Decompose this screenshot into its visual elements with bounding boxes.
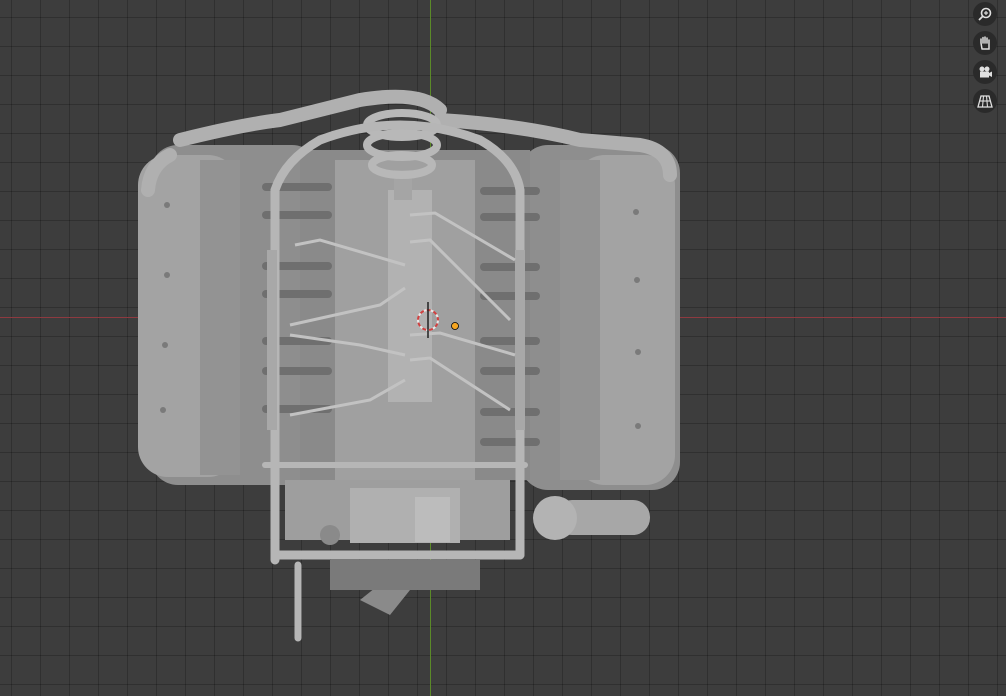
pan-button[interactable] [973, 31, 997, 55]
perspective-grid-icon [977, 95, 993, 108]
3d-viewport[interactable] [0, 0, 1006, 696]
left-valve-cover [138, 145, 320, 485]
fan-assembly [330, 560, 480, 615]
navigation-gizmo [970, 0, 1000, 118]
hand-pan-icon [980, 36, 990, 50]
zoom-button[interactable] [973, 2, 997, 26]
engine-model[interactable] [0, 0, 1006, 696]
camera-icon [979, 66, 992, 78]
zoom-icon [978, 7, 992, 21]
camera-view-button[interactable] [973, 60, 997, 84]
object-origin-dot [451, 322, 459, 330]
right-valve-cover [520, 145, 680, 490]
perspective-toggle-button[interactable] [973, 89, 997, 113]
